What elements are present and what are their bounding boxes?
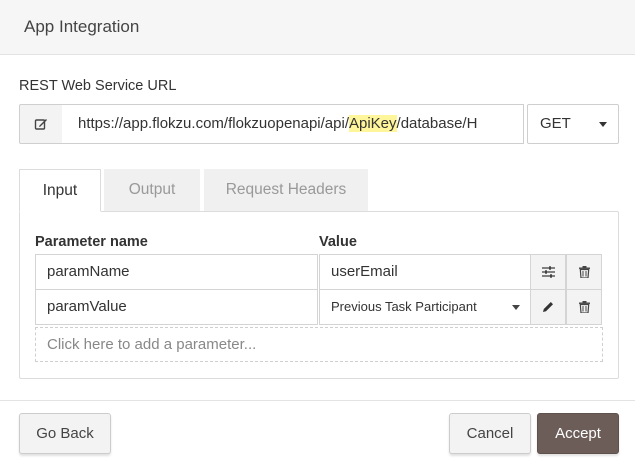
chevron-down-icon: [512, 305, 520, 310]
edit-icon: [34, 117, 48, 131]
value-header: Value: [319, 234, 357, 250]
param-value-select[interactable]: Previous Task Participant: [319, 289, 531, 325]
param-settings-button[interactable]: [530, 254, 566, 290]
url-apikey-highlight: ApiKey: [349, 115, 397, 132]
footer-divider: [0, 400, 635, 401]
dialog-header: App Integration: [0, 0, 635, 55]
accept-button[interactable]: Accept: [537, 413, 619, 454]
url-input[interactable]: https://app.flokzu.com/flokzuopenapi/api…: [62, 104, 524, 144]
tab-input[interactable]: Input: [19, 169, 101, 212]
parameter-name-header: Parameter name: [35, 234, 148, 250]
url-label: REST Web Service URL: [19, 78, 177, 94]
param-delete-button[interactable]: [566, 289, 602, 325]
param-value-selected: Previous Task Participant: [331, 299, 477, 314]
param-delete-button[interactable]: [566, 254, 602, 290]
trash-icon: [578, 266, 590, 278]
dialog-title: App Integration: [24, 17, 140, 36]
go-back-button[interactable]: Go Back: [19, 413, 111, 454]
cancel-label: Cancel: [466, 425, 514, 442]
tab-output[interactable]: Output: [104, 169, 200, 211]
edit-url-button[interactable]: [19, 104, 63, 144]
param-value-input[interactable]: userEmail: [319, 254, 531, 290]
param-name-input[interactable]: paramName: [35, 254, 318, 290]
tab-request-headers-label: Request Headers: [225, 181, 347, 198]
accept-label: Accept: [555, 425, 601, 442]
url-prefix: https://app.flokzu.com/flokzuopenapi/api…: [78, 115, 349, 132]
chevron-down-icon: [599, 122, 607, 127]
cancel-button[interactable]: Cancel: [449, 413, 531, 454]
tab-output-label: Output: [128, 181, 176, 198]
trash-icon: [578, 301, 590, 313]
param-edit-button[interactable]: [530, 289, 566, 325]
param-name-input[interactable]: paramValue: [35, 289, 318, 325]
http-method-select[interactable]: GET: [527, 104, 619, 144]
url-suffix: /database/H: [396, 115, 478, 132]
pencil-icon: [542, 301, 554, 313]
tab-request-headers[interactable]: Request Headers: [204, 169, 368, 211]
tab-input-label: Input: [42, 181, 78, 199]
sliders-icon: [541, 266, 555, 278]
go-back-label: Go Back: [36, 425, 94, 442]
http-method-value: GET: [540, 115, 571, 132]
add-parameter-row[interactable]: Click here to add a parameter...: [35, 327, 603, 362]
